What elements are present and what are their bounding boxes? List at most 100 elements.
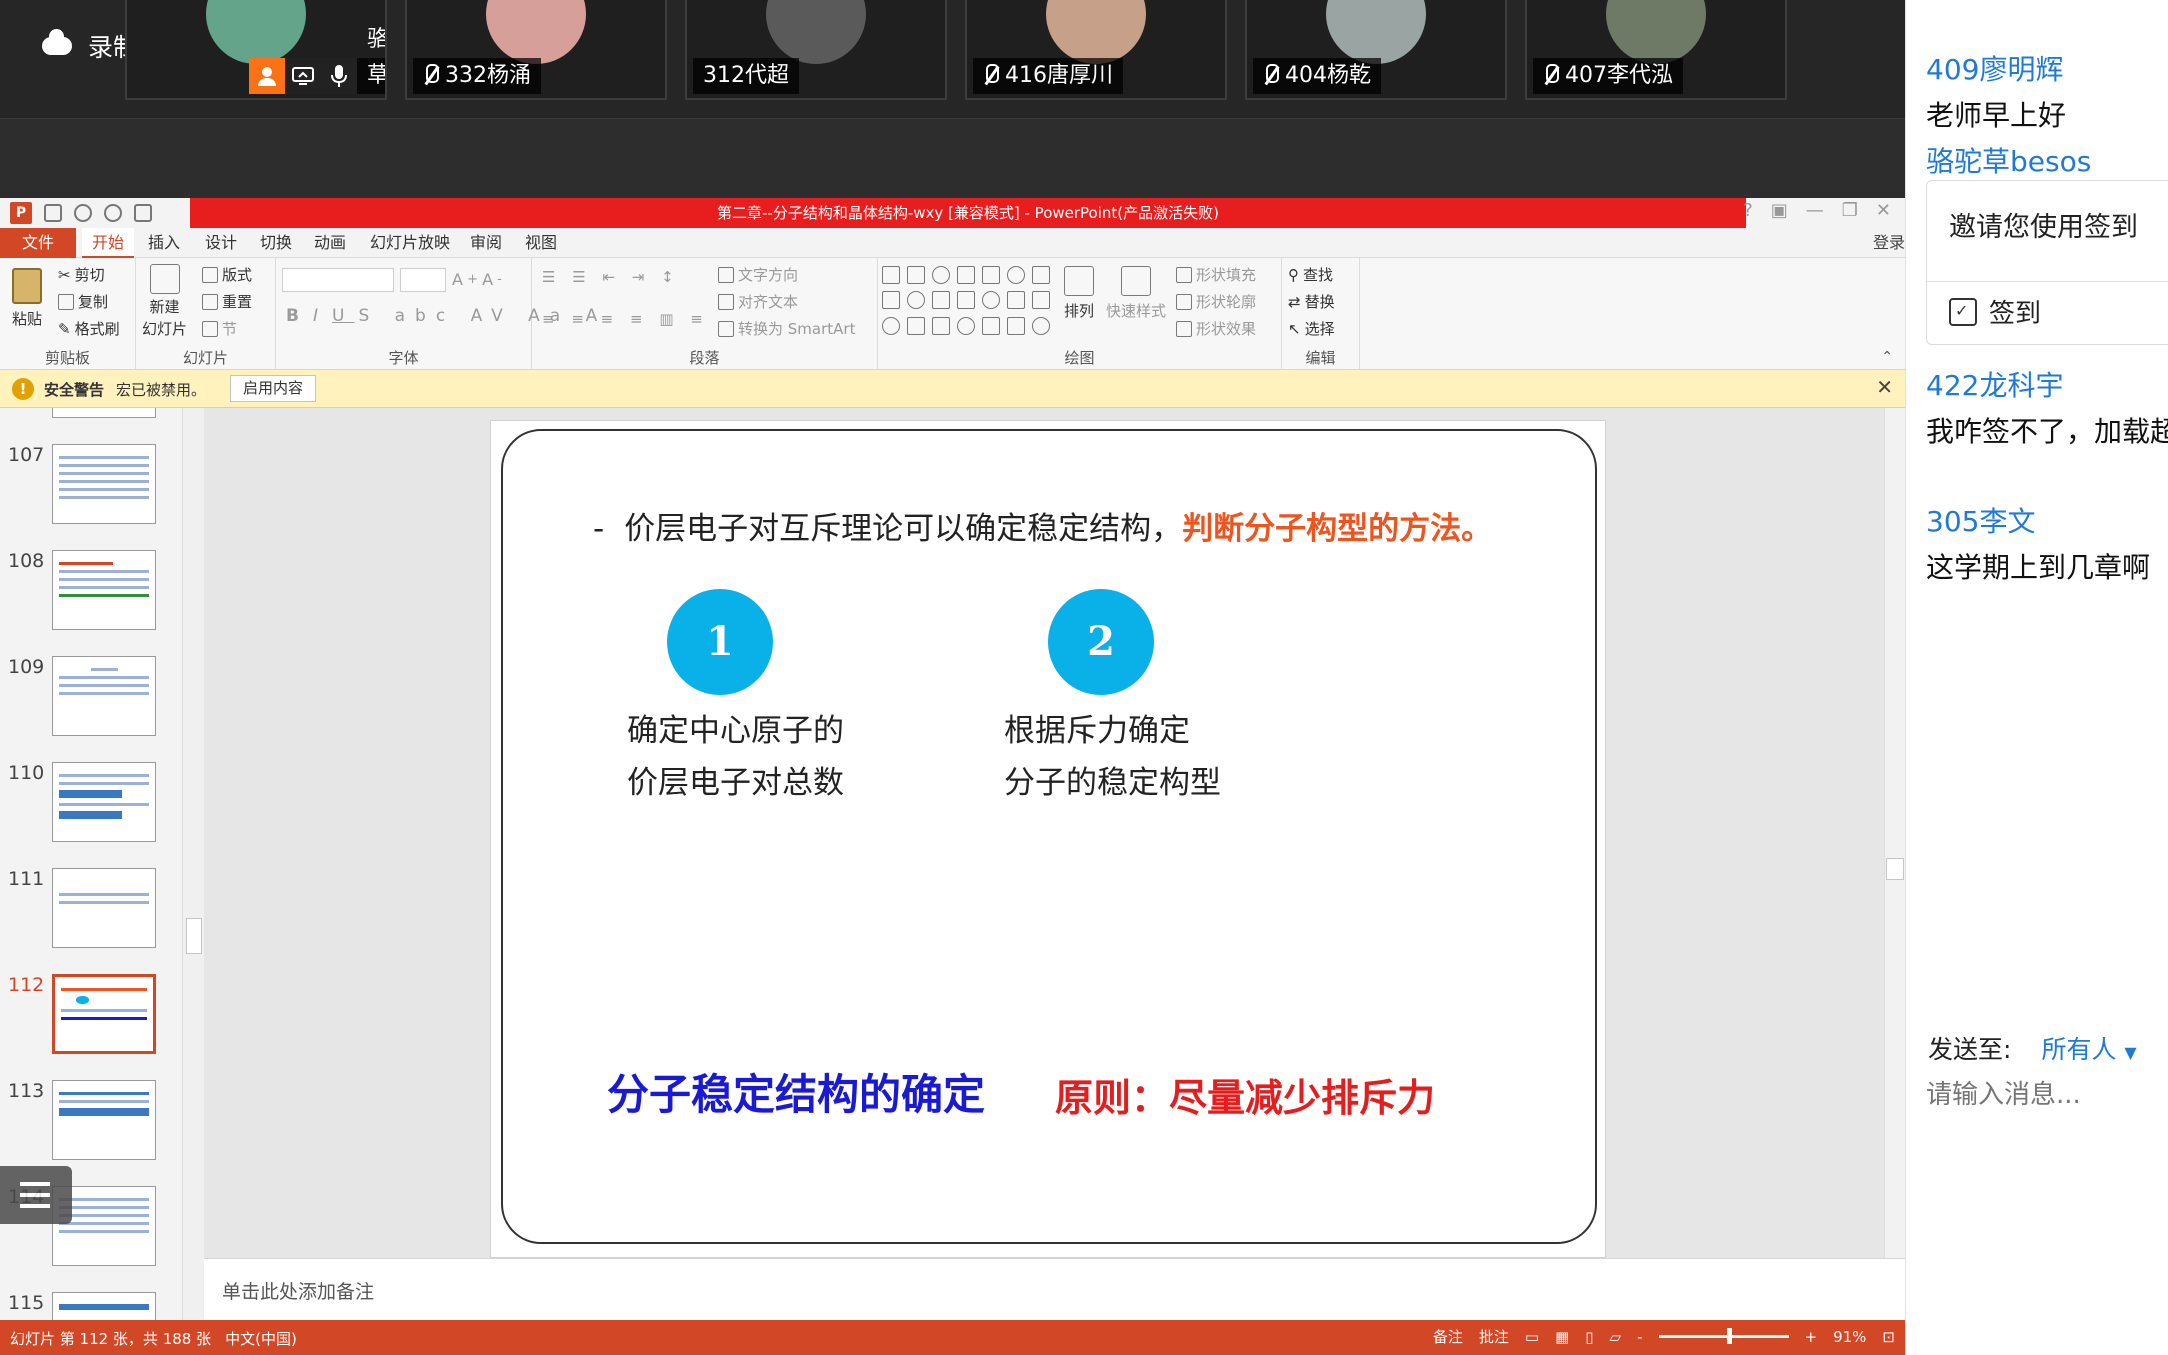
collapse-ribbon-icon[interactable]: ⌃ [1881,349,1893,365]
shape-outline-button[interactable]: 形状轮廓 [1176,291,1256,312]
fit-slide-icon[interactable]: ⊡ [1882,1328,1895,1346]
chat-sender[interactable]: 409廖明辉 [1926,48,2063,88]
enable-content-button[interactable]: 启用内容 [230,375,317,402]
shape-icon[interactable] [957,266,975,284]
reading-view-icon[interactable]: ▯ [1585,1328,1593,1346]
tab-design[interactable]: 设计 [205,228,237,258]
paste-button[interactable]: 粘贴 [12,268,42,329]
find-button[interactable]: ⚲ 查找 [1288,264,1333,285]
video-tile[interactable]: 332杨涌 [405,0,667,100]
restore-icon[interactable]: ❐ [1842,200,1858,221]
shape-icon[interactable] [1032,291,1050,310]
tab-animations[interactable]: 动画 [314,228,346,258]
shape-icon[interactable] [882,316,900,335]
notes-pane[interactable]: 单击此处添加备注 [204,1258,1905,1320]
smartart-button[interactable]: 转换为 SmartArt [718,318,855,339]
list-menu-icon[interactable] [0,1166,72,1224]
minimize-icon[interactable]: — [1806,200,1824,221]
slide-thumbnail[interactable]: 115 [0,1292,180,1320]
shape-fill-button[interactable]: 形状填充 [1176,264,1256,285]
reset-button[interactable]: 重置 [202,291,252,312]
shape-icon[interactable] [882,266,900,284]
slide-thumbnail-selected[interactable]: 112 [0,974,180,1080]
align-buttons[interactable]: ≡ ≡ ≡ ≡ ▥ ≡ [542,310,709,328]
shape-icon[interactable] [907,266,925,284]
slide-thumbnail[interactable]: 109 [0,656,180,762]
slide-thumbnail[interactable]: 110 [0,762,180,868]
step-2-circle[interactable]: 2 [1048,589,1154,695]
slide-thumbnail[interactable]: 111 [0,868,180,974]
shape-icon[interactable] [932,291,950,310]
layout-button[interactable]: 版式 [202,264,252,285]
font-grow-shrink[interactable]: A + A- [452,270,502,289]
video-tile[interactable]: 312代超 [685,0,947,100]
tab-view[interactable]: 视图 [525,228,557,258]
language-status[interactable]: 中文(中国) [225,1328,297,1349]
tab-file[interactable]: 文件 [0,228,76,258]
list-buttons[interactable]: ☰ ☰ ⇤ ⇥ ↕ [542,268,680,286]
shape-icon[interactable] [932,316,950,335]
shape-icon[interactable] [957,291,975,310]
quick-styles-button[interactable]: 快速样式 [1106,266,1166,321]
undo-icon[interactable] [74,204,92,222]
zoom-slider-thumb[interactable] [1726,1328,1732,1344]
select-button[interactable]: ↖ 选择 [1288,318,1335,339]
slideshow-view-icon[interactable]: ▱ [1610,1328,1622,1346]
shape-effects-button[interactable]: 形状效果 [1176,318,1256,339]
video-tile[interactable]: 407李代泓 [1525,0,1787,100]
shape-icon[interactable] [907,316,925,335]
ribbon-display-icon[interactable]: ▣ [1771,200,1788,221]
shape-icon[interactable] [982,291,1000,310]
tab-slideshow[interactable]: 幻灯片放映 [370,228,450,258]
shape-icon[interactable] [982,266,1000,284]
video-tile[interactable]: 404杨乾 [1245,0,1507,100]
save-icon[interactable] [44,204,62,222]
shape-icon[interactable] [957,316,975,335]
text-direction-button[interactable]: 文字方向 [718,264,798,285]
shape-icon[interactable] [932,266,950,284]
normal-view-icon[interactable]: ▭ [1525,1328,1539,1346]
comments-toggle[interactable]: 批注 [1479,1326,1509,1347]
help-icon[interactable]: ? [1743,200,1753,221]
thumbnail-scrollbar[interactable] [182,408,204,1320]
zoom-in-button[interactable]: + [1805,1328,1818,1346]
replace-button[interactable]: ⇄ 替换 [1288,291,1335,312]
slide-thumbnail[interactable]: 107 [0,444,180,550]
signin-button[interactable]: 签到 [1949,293,2041,330]
slide-thumbnail[interactable]: 108 [0,550,180,656]
copy-button[interactable]: 复制 [58,291,108,312]
cut-button[interactable]: ✂ 剪切 [58,264,105,285]
align-text-button[interactable]: 对齐文本 [718,291,798,312]
chat-sender[interactable]: 422龙科宇 [1926,364,2063,404]
tab-home[interactable]: 开始 [82,228,135,258]
close-icon[interactable]: ✕ [1876,375,1893,399]
scrollbar-thumb[interactable] [1886,858,1904,880]
slideshow-icon[interactable] [134,204,152,222]
tab-transitions[interactable]: 切换 [260,228,292,258]
shape-icon[interactable] [982,316,1000,335]
arrange-button[interactable]: 排列 [1064,266,1094,321]
video-tile[interactable]: 骆驼草be... [125,0,387,100]
chat-sender[interactable]: 305李文 [1926,500,2035,540]
shape-gallery[interactable] [882,266,1052,338]
shape-icon[interactable] [1032,266,1050,284]
tab-review[interactable]: 审阅 [470,228,502,258]
step-1-circle[interactable]: 1 [667,589,773,695]
bottom-right-principle[interactable]: 原则：尽量减少排斥力 [1055,1067,1435,1122]
chat-message-input[interactable] [1926,1080,2166,1110]
zoom-out-button[interactable]: - [1637,1328,1642,1346]
font-name-select[interactable] [282,268,394,292]
video-tile[interactable]: 416唐厚川 [965,0,1227,100]
shape-icon[interactable] [907,291,925,310]
shape-icon[interactable] [1007,316,1025,335]
recipient-select[interactable]: 所有人 ▼ [2041,1030,2136,1066]
shape-icon[interactable] [1032,316,1050,335]
current-slide[interactable]: - 价层电子对互斥理论可以确定稳定结构，判断分子构型的方法。 1 2 确定中心原子… [490,420,1606,1258]
tab-insert[interactable]: 插入 [148,228,180,258]
format-painter-button[interactable]: ✎ 格式刷 [58,318,120,339]
zoom-slider[interactable] [1658,1328,1789,1344]
zoom-level[interactable]: 91% [1833,1328,1866,1346]
shape-icon[interactable] [1007,266,1025,284]
notes-toggle[interactable]: 备注 [1433,1326,1463,1347]
step-2-text[interactable]: 根据斥力确定 分子的稳定构型 [1004,705,1221,809]
